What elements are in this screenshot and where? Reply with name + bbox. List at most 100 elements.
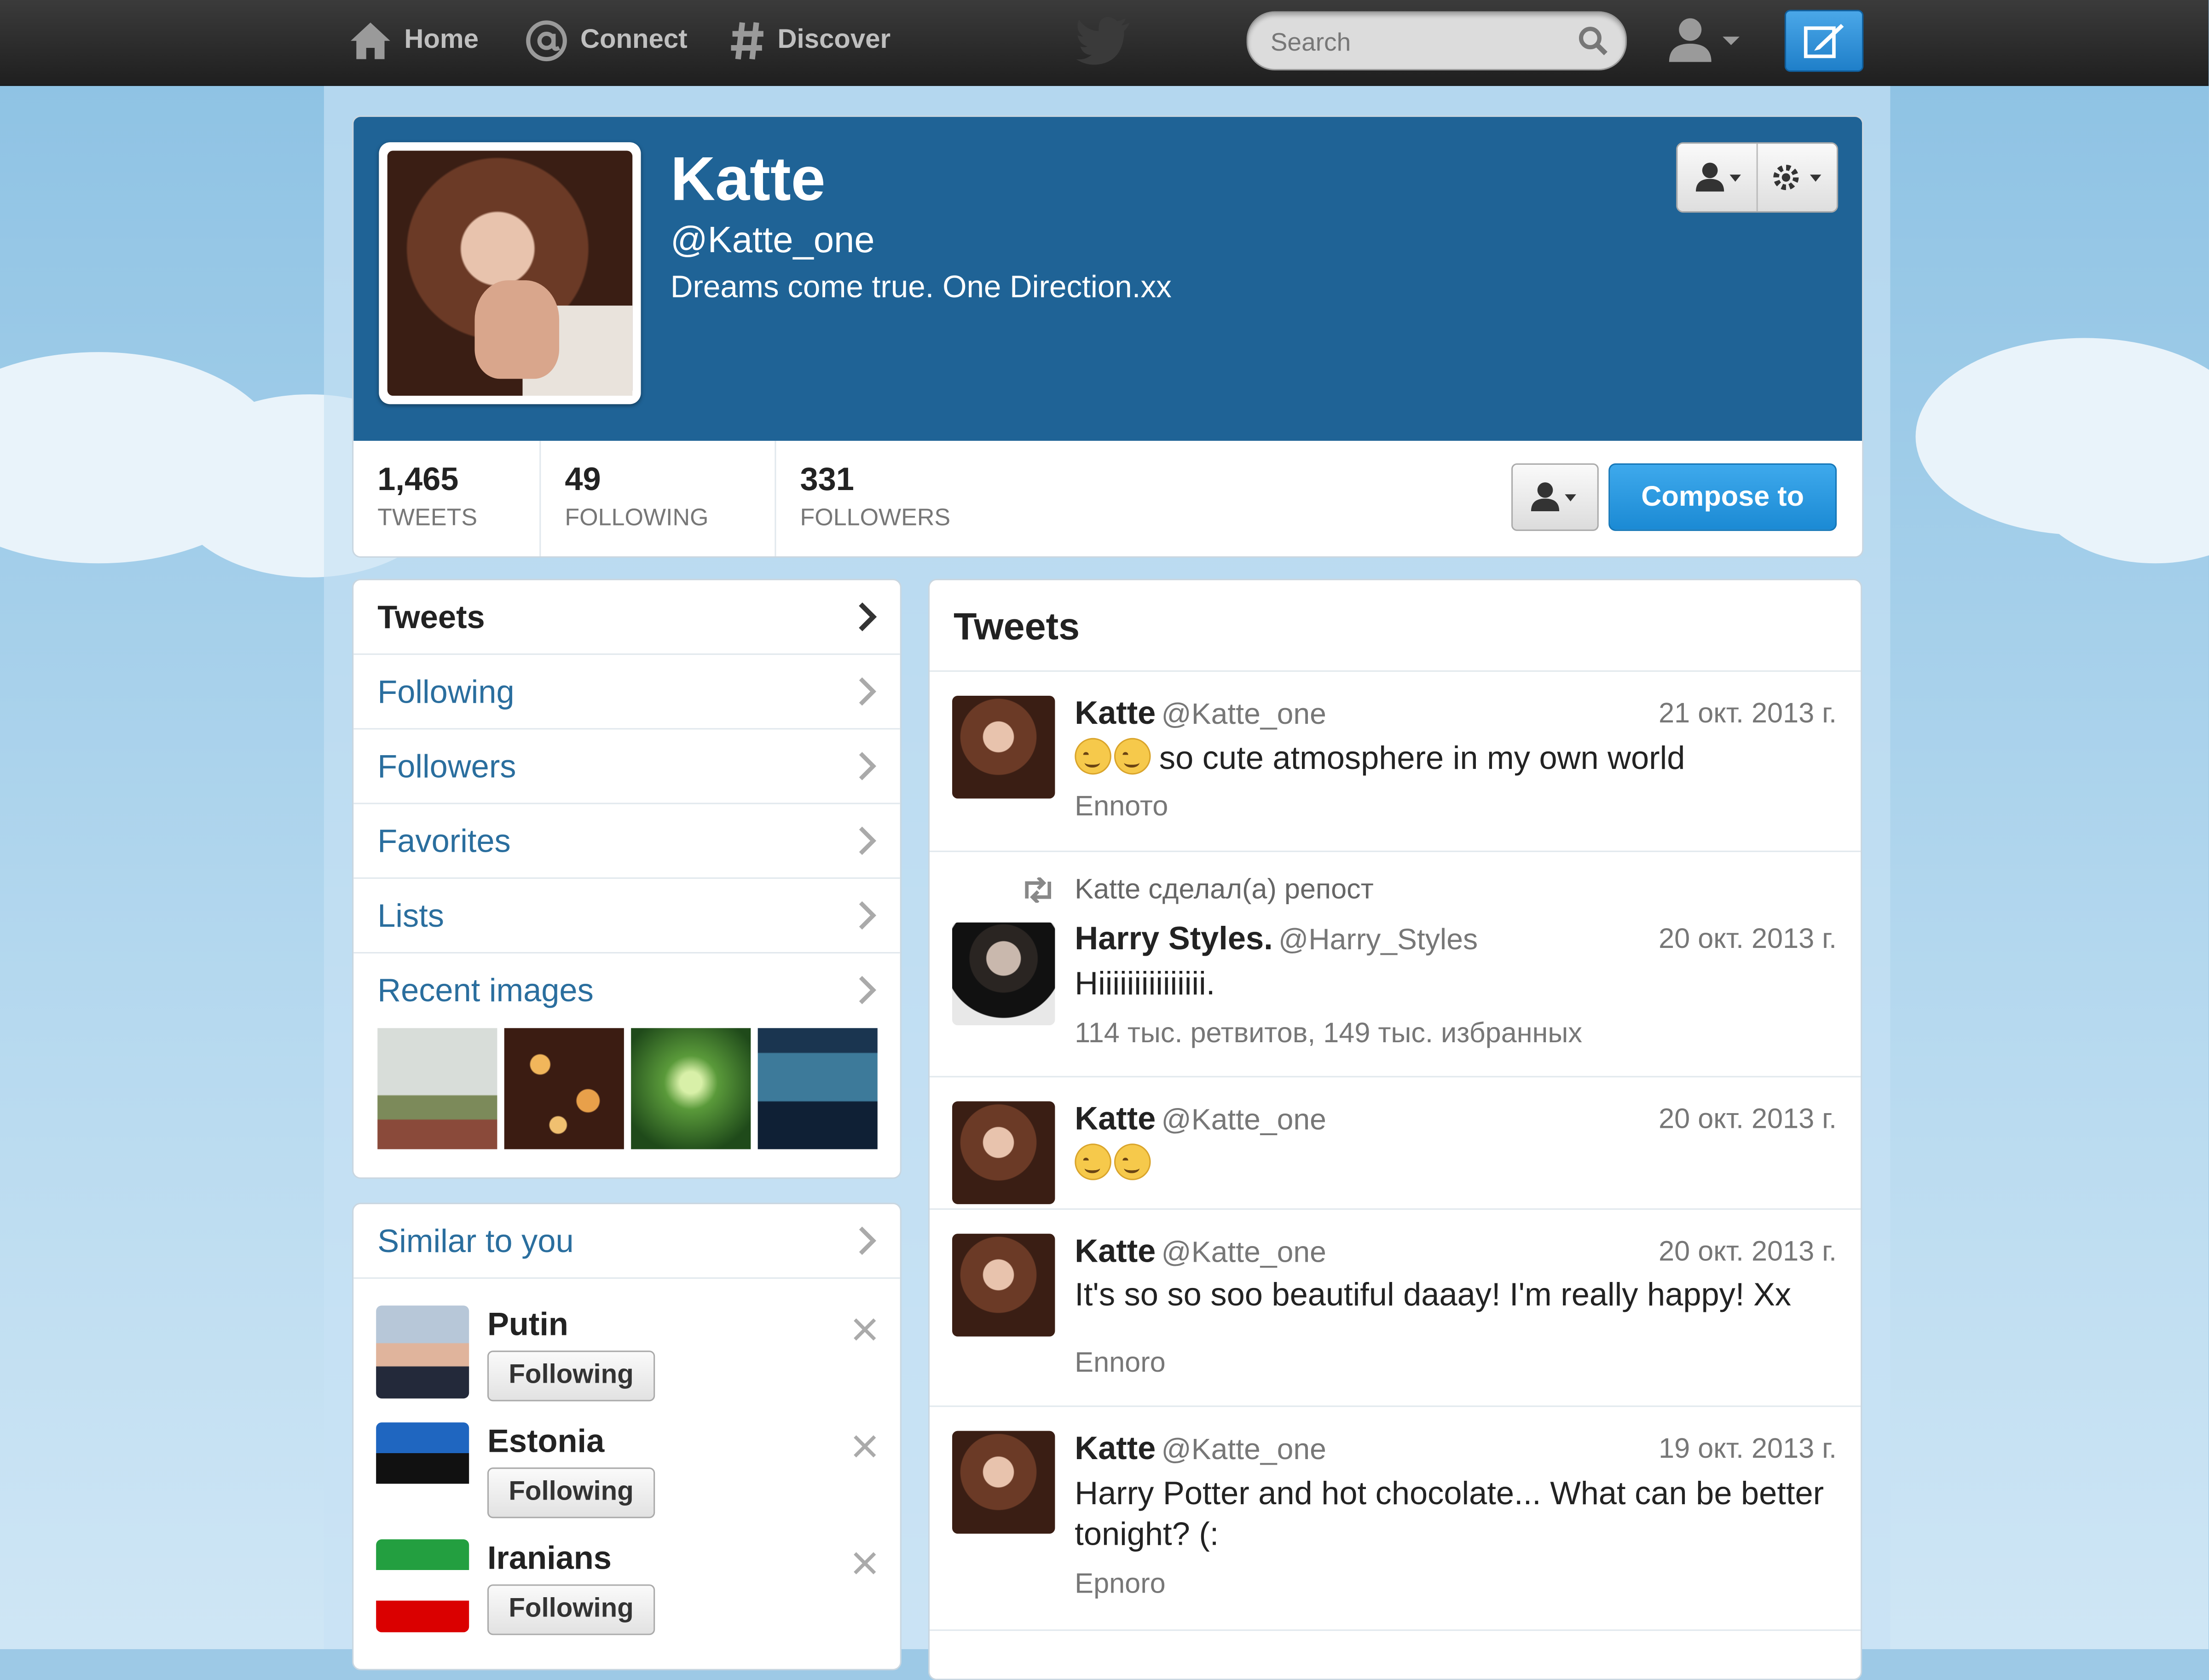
tweet-stats[interactable]: 114 тыс. ретвитов, 149 тыс. избранных [1075,1018,1582,1051]
following-button[interactable]: Following [487,1351,655,1402]
tweet-author-handle[interactable]: @Katte_one [1162,1236,1326,1269]
profile-name: Katte [670,145,826,214]
tweets-timeline: Tweets Katte @Katte_one 21 окт. 2013 г. s… [928,578,1862,1680]
smiling-face-icon [1114,738,1151,775]
follow-menu-button[interactable] [1511,463,1599,531]
sidebar-item-label: Lists [377,897,445,934]
tweet-author-handle[interactable]: @Katte_one [1162,1434,1326,1466]
similar-header[interactable]: Similar to you [353,1204,900,1279]
profile-nav-panel: Tweets Following Followers Favorites Lis… [352,578,902,1179]
nav-connect[interactable]: Connect [524,17,688,65]
stat-followers-count: 331 [800,460,854,497]
tweet-action-link[interactable]: Еnnото [1075,791,1168,824]
tweet-date[interactable]: 20 окт. 2013 г. [1659,1104,1837,1137]
twitter-bird-icon[interactable] [1076,17,1132,65]
similar-title: Similar to you [377,1222,574,1259]
sidebar-item-recent-images[interactable]: Recent images [353,953,900,1027]
recent-image-thumbnail[interactable] [631,1028,751,1149]
compose-to-button[interactable]: Compose to [1608,463,1837,531]
tweet-date[interactable]: 21 окт. 2013 г. [1659,699,1837,731]
close-icon[interactable] [852,1434,878,1459]
stat-following-label: FOLLOWING [565,504,709,531]
avatar[interactable] [952,695,1055,799]
tweet-author-name[interactable]: Katte [1075,1100,1156,1137]
chevron-right-icon [859,602,877,631]
search-box[interactable] [1246,11,1627,71]
similar-user-name[interactable]: Estonia [487,1422,604,1461]
close-icon[interactable] [852,1317,878,1342]
compose-tweet-button[interactable] [1784,10,1864,72]
nav-home[interactable]: Home [348,17,479,65]
user-avatar[interactable] [376,1305,469,1399]
sidebar-item-favorites[interactable]: Favorites [353,804,900,879]
hash-icon [731,22,763,60]
tweet-date[interactable]: 20 окт. 2013 г. [1659,1236,1837,1269]
tweet-author-name[interactable]: Katte [1075,694,1156,731]
tweet[interactable]: Katte @Katte_one 20 окт. 2013 г. [930,1077,1861,1210]
chevron-right-icon [859,1226,877,1255]
stat-following[interactable]: 49 FOLLOWING [565,461,708,532]
smiling-face-icon [1075,738,1111,775]
tweet[interactable]: Katte сделал(а) репост Harry Styles. @Har… [930,852,1861,1078]
tweet-action-link[interactable]: Еnnoro [1075,1348,1165,1380]
tweet[interactable]: Katte @Katte_one 19 окт. 2013 г. Harry Po… [930,1407,1861,1631]
avatar[interactable] [952,1234,1055,1337]
gear-icon[interactable] [1770,161,1827,194]
tweet-date[interactable]: 19 окт. 2013 г. [1659,1434,1837,1466]
tweet-author-handle[interactable]: @Katte_one [1162,699,1326,731]
search-icon[interactable] [1578,25,1608,56]
sidebar-item-lists[interactable]: Lists [353,879,900,954]
tweet[interactable]: Katte @Katte_one 21 окт. 2013 г. so cute … [930,672,1861,852]
following-button[interactable]: Following [487,1467,655,1518]
profile-stats: 1,465 TWEETS 49 FOLLOWING 331 FOLLOWERS … [353,440,1862,556]
avatar[interactable] [952,1431,1055,1534]
profile-handle: @Katte_one [670,218,875,261]
user-menu-icon[interactable] [1666,17,1745,65]
avatar[interactable] [952,922,1055,1026]
nav-connect-label: Connect [580,25,688,55]
following-button[interactable]: Following [487,1584,655,1635]
sidebar-item-following[interactable]: Following [353,655,900,730]
tweet-action-link[interactable]: Еpnoro [1075,1569,1165,1601]
tweet-text: so cute atmosphere in my own world [1159,739,1685,776]
tweet[interactable]: Katte @Katte_one 20 окт. 2013 г. It's so … [930,1210,1861,1407]
stat-divider [775,440,776,556]
close-icon[interactable] [852,1551,878,1576]
iran-flag-icon[interactable] [376,1539,469,1633]
similar-user-name[interactable]: Putin [487,1305,568,1344]
tweet-author-handle[interactable]: @Harry_Styles [1278,924,1478,956]
at-icon [526,20,567,62]
sidebar-item-followers[interactable]: Followers [353,729,900,804]
sidebar-item-label: Followers [377,748,516,785]
stat-divider [539,440,541,556]
user-actions-icon[interactable] [1694,162,1745,193]
tweet-author-handle[interactable]: @Katte_one [1162,1104,1326,1137]
stat-followers-label: FOLLOWERS [800,504,951,531]
recent-image-thumbnail[interactable] [504,1028,624,1149]
estonia-flag-icon[interactable] [376,1422,469,1516]
stat-tweets-label: TWEETS [377,504,478,531]
tweet-author-name[interactable]: Harry Styles. [1075,920,1272,957]
profile-bio: Dreams come true. One Direction.xx [670,269,1172,305]
sidebar-item-tweets[interactable]: Tweets [353,580,900,655]
search-input[interactable] [1267,24,1569,61]
stat-followers[interactable]: 331 FOLLOWERS [800,461,950,532]
similar-user-name[interactable]: Iranians [487,1539,612,1577]
recent-image-thumbnail[interactable] [758,1028,878,1149]
profile-avatar[interactable] [379,142,641,404]
chevron-right-icon [859,677,877,706]
tweet-date[interactable]: 20 окт. 2013 г. [1659,924,1837,956]
sidebar-item-label: Tweets [377,598,485,635]
stat-tweets[interactable]: 1,465 TWEETS [377,461,477,532]
user-dropdown-icon [1531,482,1576,512]
smiling-face-icon [1114,1143,1151,1180]
tweet-text: It's so so soo beautiful daaay! I'm real… [1075,1276,1792,1313]
similar-user: Iranians Following [353,1539,900,1656]
tweet-author-name[interactable]: Katte [1075,1232,1156,1269]
nav-home-label: Home [404,25,479,55]
recent-image-thumbnail[interactable] [377,1028,497,1149]
tweet-author-name[interactable]: Katte [1075,1430,1156,1466]
nav-discover[interactable]: Discover [729,17,891,65]
avatar[interactable] [952,1101,1055,1204]
chevron-right-icon [859,826,877,855]
